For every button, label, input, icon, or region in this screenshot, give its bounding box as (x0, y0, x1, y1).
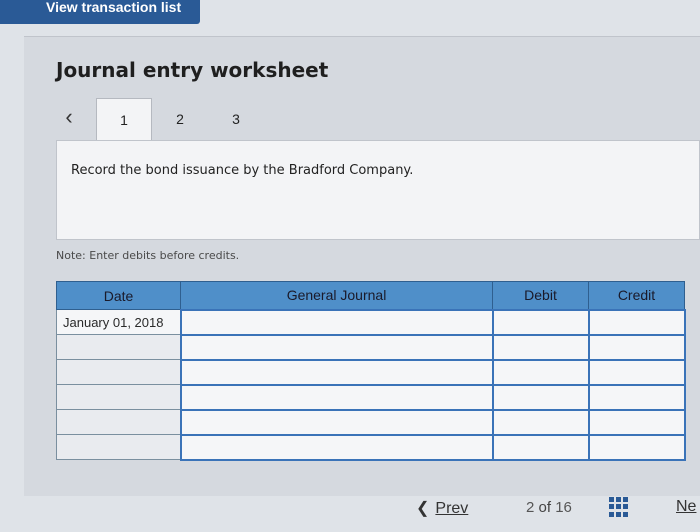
table-row (56, 358, 686, 386)
page-total: 16 (555, 499, 572, 516)
credit-input[interactable] (587, 358, 686, 386)
instruction-text: Record the bond issuance by the Bradford… (71, 163, 414, 178)
date-cell (56, 384, 181, 410)
account-input[interactable] (179, 308, 494, 336)
debit-input[interactable] (491, 433, 590, 461)
debit-input[interactable] (491, 383, 590, 411)
credit-input[interactable] (587, 433, 686, 461)
grid-icon[interactable] (609, 497, 629, 517)
account-input[interactable] (179, 433, 494, 461)
tab-2[interactable]: 2 (152, 98, 208, 140)
date-cell (56, 334, 181, 360)
account-input[interactable] (179, 383, 494, 411)
table-row (56, 333, 686, 361)
date-cell (56, 434, 181, 460)
tab-1[interactable]: 1 (96, 98, 152, 140)
credit-input[interactable] (587, 308, 686, 336)
debit-input[interactable] (491, 358, 590, 386)
column-header-date: Date (56, 281, 181, 310)
column-header-credit: Credit (588, 281, 685, 310)
chevron-left-icon: ❮ (416, 500, 430, 517)
date-cell (56, 359, 181, 385)
journal-table: Date General Journal Debit Credit Januar… (56, 281, 686, 461)
page-title: Journal entry worksheet (56, 58, 329, 82)
prev-label: Prev (435, 500, 469, 517)
footer-nav: ❮ Prev 2 of 16 Ne (0, 490, 700, 528)
account-input[interactable] (179, 408, 494, 436)
column-header-general-journal: General Journal (180, 281, 493, 310)
view-transaction-list-button[interactable]: View transaction list (0, 0, 200, 24)
table-row (56, 383, 686, 411)
account-input[interactable] (179, 358, 494, 386)
debit-input[interactable] (491, 333, 590, 361)
table-row (56, 433, 686, 461)
page-of-label: of (538, 499, 552, 516)
column-header-debit: Debit (492, 281, 589, 310)
debit-input[interactable] (491, 308, 590, 336)
journal-header-row: Date General Journal Debit Credit (56, 281, 685, 310)
page-indicator: 2 of 16 (526, 499, 572, 516)
tab-3[interactable]: 3 (208, 98, 264, 140)
account-input[interactable] (179, 333, 494, 361)
next-button[interactable]: Ne (676, 498, 696, 516)
debit-input[interactable] (491, 408, 590, 436)
instruction-box: Record the bond issuance by the Bradford… (56, 140, 700, 240)
date-cell: January 01, 2018 (56, 309, 181, 335)
credit-input[interactable] (587, 333, 686, 361)
credit-input[interactable] (587, 408, 686, 436)
prev-button[interactable]: ❮ Prev (416, 498, 468, 518)
table-row: January 01, 2018 (56, 308, 686, 336)
page-current: 2 (526, 499, 535, 516)
date-cell (56, 409, 181, 435)
note-text: Note: Enter debits before credits. (56, 249, 240, 262)
credit-input[interactable] (587, 383, 686, 411)
chevron-left-icon[interactable]: ‹ (56, 106, 82, 132)
table-row (56, 408, 686, 436)
tab-bar: ‹ 1 2 3 (56, 98, 700, 140)
